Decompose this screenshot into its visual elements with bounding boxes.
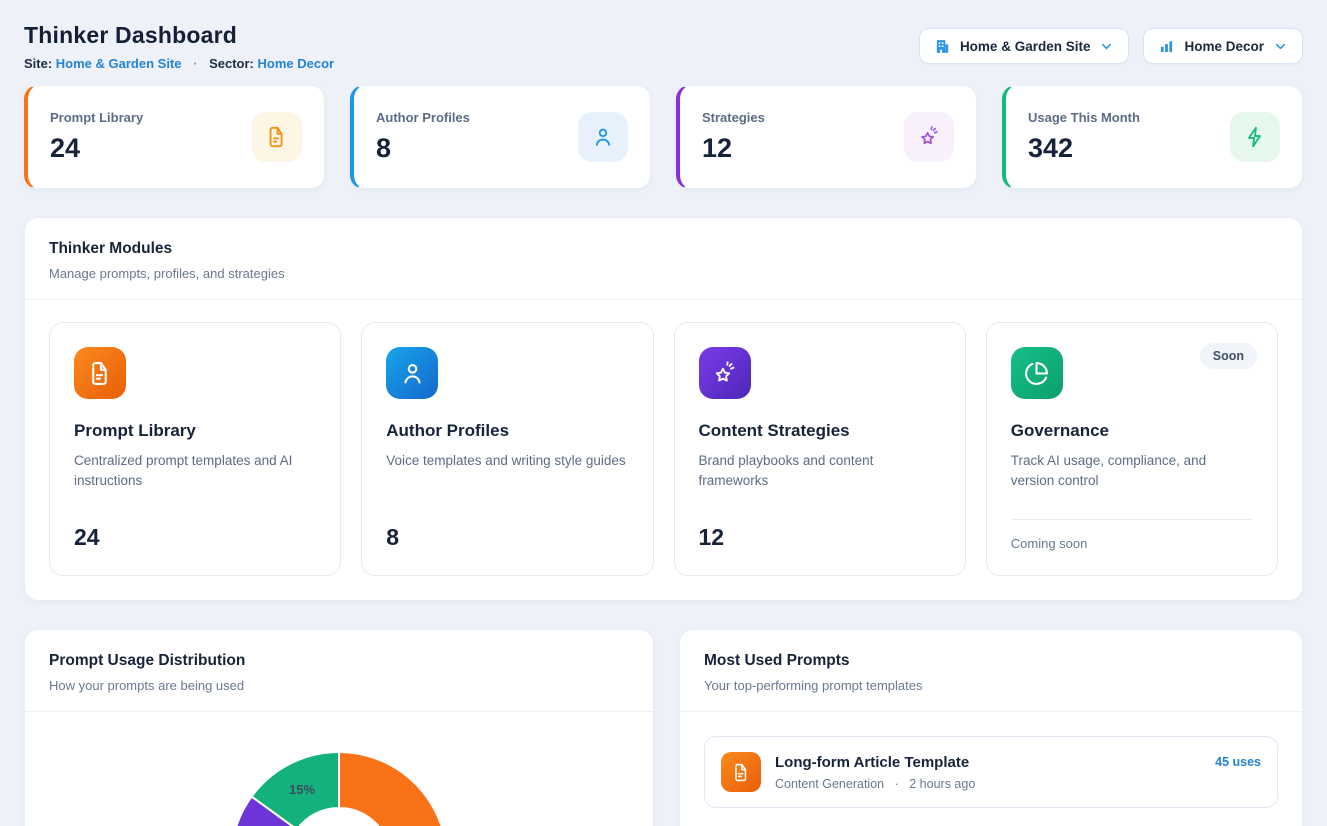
most-used-prompts-card: Most Used Prompts Your top-performing pr… <box>679 629 1303 826</box>
site-label: Site: <box>24 56 52 71</box>
donut-percentage-label: 15% <box>289 782 315 797</box>
prompt-uses-badge: 45 uses <box>1215 755 1261 769</box>
breadcrumb-separator: · <box>193 56 197 71</box>
module-stat: 12 <box>699 524 941 551</box>
page-header: Thinker Dashboard Site: Home & Garden Si… <box>24 22 1303 71</box>
modules-panel-header: Thinker Modules Manage prompts, profiles… <box>25 218 1302 300</box>
prompt-meta: Content Generation · 2 hours ago <box>775 777 1201 791</box>
file-text-icon <box>74 347 126 399</box>
modules-title: Thinker Modules <box>49 240 1278 258</box>
prompt-time: 2 hours ago <box>909 777 975 791</box>
module-title: Governance <box>1011 421 1253 441</box>
stat-card-strategies[interactable]: Strategies 12 <box>676 85 977 189</box>
sector-label: Sector: <box>209 56 254 71</box>
header-titles: Thinker Dashboard Site: Home & Garden Si… <box>24 22 334 71</box>
stat-value: 342 <box>1028 133 1140 164</box>
meta-separator: · <box>895 777 899 791</box>
module-title: Content Strategies <box>699 421 941 441</box>
site-selector-value: Home & Garden Site <box>960 39 1091 54</box>
module-stat: 24 <box>74 524 316 551</box>
breadcrumb: Site: Home & Garden Site · Sector: Home … <box>24 56 334 71</box>
most-used-header: Most Used Prompts Your top-performing pr… <box>680 630 1302 712</box>
chevron-down-icon <box>1099 39 1114 54</box>
stat-info: Usage This Month 342 <box>1028 110 1140 164</box>
module-card-prompt-library[interactable]: Prompt Library Centralized prompt templa… <box>49 322 341 576</box>
module-description: Brand playbooks and content frameworks <box>699 451 939 492</box>
stat-label: Author Profiles <box>376 110 470 125</box>
module-description: Centralized prompt templates and AI inst… <box>74 451 314 492</box>
user-icon <box>386 347 438 399</box>
most-used-subtitle: Your top-performing prompt templates <box>704 678 1278 693</box>
module-description: Voice templates and writing style guides <box>386 451 626 471</box>
sector-selector-dropdown[interactable]: Home Decor <box>1143 28 1303 64</box>
file-text-icon <box>721 752 761 792</box>
usage-subtitle: How your prompts are being used <box>49 678 629 693</box>
bottom-row: Prompt Usage Distribution How your promp… <box>24 629 1303 826</box>
stat-info: Strategies 12 <box>702 110 765 164</box>
dashboard-page: Thinker Dashboard Site: Home & Garden Si… <box>0 0 1327 826</box>
star-sparkle-icon <box>699 347 751 399</box>
stat-info: Author Profiles 8 <box>376 110 470 164</box>
stat-card-author-profiles[interactable]: Author Profiles 8 <box>350 85 651 189</box>
module-card-content-strategies[interactable]: Content Strategies Brand playbooks and c… <box>674 322 966 576</box>
prompt-category: Content Generation <box>775 777 884 791</box>
bar-chart-icon <box>1158 38 1175 55</box>
stat-label: Strategies <box>702 110 765 125</box>
site-link[interactable]: Home & Garden Site <box>56 56 182 71</box>
user-icon <box>578 112 628 162</box>
page-title: Thinker Dashboard <box>24 22 334 49</box>
stat-card-prompt-library[interactable]: Prompt Library 24 <box>24 85 325 189</box>
sector-selector-value: Home Decor <box>1184 39 1264 54</box>
sector-link[interactable]: Home Decor <box>258 56 335 71</box>
module-card-author-profiles[interactable]: Author Profiles Voice templates and writ… <box>361 322 653 576</box>
stat-label: Usage This Month <box>1028 110 1140 125</box>
prompt-list-item[interactable]: Long-form Article Template Content Gener… <box>704 736 1278 808</box>
stat-card-usage[interactable]: Usage This Month 342 <box>1002 85 1303 189</box>
module-divider <box>1011 519 1253 520</box>
stat-label: Prompt Library <box>50 110 143 125</box>
zap-icon <box>1230 112 1280 162</box>
pie-chart-icon <box>1011 347 1063 399</box>
stat-value: 12 <box>702 133 765 164</box>
chevron-down-icon <box>1273 39 1288 54</box>
module-description: Track AI usage, compliance, and version … <box>1011 451 1251 492</box>
site-selector-dropdown[interactable]: Home & Garden Site <box>919 28 1130 64</box>
modules-panel: Thinker Modules Manage prompts, profiles… <box>24 217 1303 601</box>
usage-donut-chart[interactable]: 15% <box>229 750 449 826</box>
module-footer: Coming soon <box>1011 536 1253 551</box>
stat-info: Prompt Library 24 <box>50 110 143 164</box>
module-title: Author Profiles <box>386 421 628 441</box>
modules-grid: Prompt Library Centralized prompt templa… <box>25 300 1302 600</box>
prompt-text: Long-form Article Template Content Gener… <box>775 754 1201 791</box>
module-card-governance[interactable]: Soon Governance Track AI usage, complian… <box>986 322 1278 576</box>
modules-subtitle: Manage prompts, profiles, and strategies <box>49 266 1278 281</box>
stat-value: 24 <box>50 133 143 164</box>
usage-distribution-card: Prompt Usage Distribution How your promp… <box>24 629 654 826</box>
header-actions: Home & Garden Site Home Decor <box>919 28 1303 64</box>
prompt-name: Long-form Article Template <box>775 754 1201 771</box>
stats-row: Prompt Library 24 Author Profiles 8 Stra… <box>24 85 1303 189</box>
star-sparkle-icon <box>904 112 954 162</box>
module-stat: 8 <box>386 524 628 551</box>
soon-badge: Soon <box>1200 343 1257 369</box>
usage-title: Prompt Usage Distribution <box>49 652 629 670</box>
usage-card-header: Prompt Usage Distribution How your promp… <box>25 630 653 712</box>
module-title: Prompt Library <box>74 421 316 441</box>
most-used-title: Most Used Prompts <box>704 652 1278 670</box>
stat-value: 8 <box>376 133 470 164</box>
file-text-icon <box>252 112 302 162</box>
building-icon <box>934 38 951 55</box>
prompt-list: Long-form Article Template Content Gener… <box>680 712 1302 826</box>
donut-segment-1[interactable] <box>339 752 447 826</box>
